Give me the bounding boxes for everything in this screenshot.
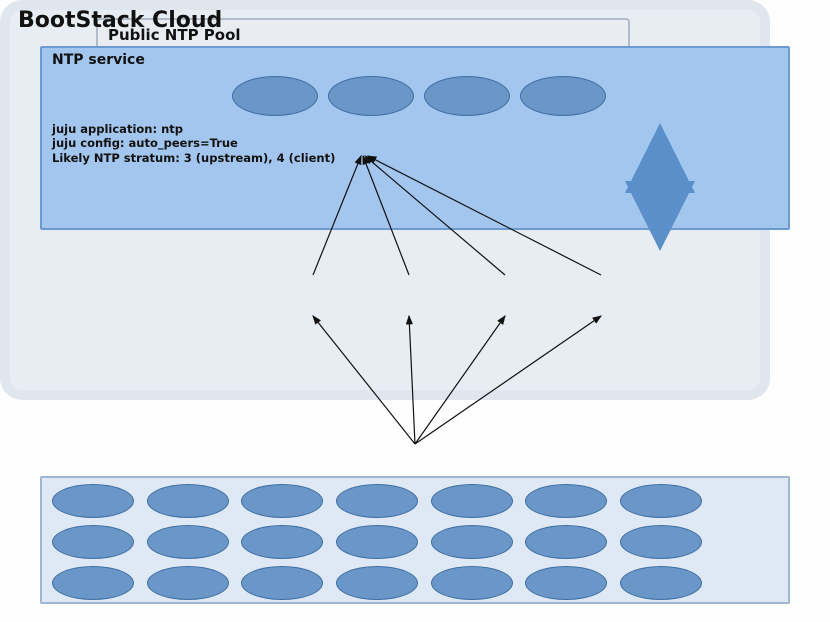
ntp-service-node: [424, 76, 510, 116]
client-node: [620, 525, 702, 559]
client-node: [241, 484, 323, 518]
svc-line3: Likely NTP stratum: 3 (upstream), 4 (cli…: [52, 151, 335, 165]
client-node: [620, 484, 702, 518]
ntp-service-title: NTP service: [52, 52, 145, 68]
client-node: [525, 525, 607, 559]
client-node: [620, 566, 702, 600]
client-node: [525, 566, 607, 600]
clients-box: [40, 476, 790, 604]
ntp-service-node: [232, 76, 318, 116]
client-node: [241, 525, 323, 559]
client-node: [147, 566, 229, 600]
client-node: [431, 484, 513, 518]
bootstack-cloud-box: BootStack Cloud NTP service juju applica…: [0, 0, 770, 400]
client-node: [336, 525, 418, 559]
client-node: [336, 566, 418, 600]
client-node: [431, 525, 513, 559]
client-node: [525, 484, 607, 518]
ntp-service-node: [328, 76, 414, 116]
ntp-service-box: NTP service juju application: ntp juju c…: [40, 46, 790, 230]
svc-line1: juju application: ntp: [52, 122, 335, 136]
client-node: [52, 525, 134, 559]
client-node: [241, 566, 323, 600]
ntp-service-node: [520, 76, 606, 116]
client-node: [52, 484, 134, 518]
client-node: [336, 484, 418, 518]
client-node: [431, 566, 513, 600]
client-node: [147, 525, 229, 559]
bootstack-cloud-title: BootStack Cloud: [18, 8, 222, 33]
client-node: [52, 566, 134, 600]
client-node: [147, 484, 229, 518]
svc-line2: juju config: auto_peers=True: [52, 136, 335, 150]
ntp-service-info: juju application: ntp juju config: auto_…: [52, 122, 335, 165]
